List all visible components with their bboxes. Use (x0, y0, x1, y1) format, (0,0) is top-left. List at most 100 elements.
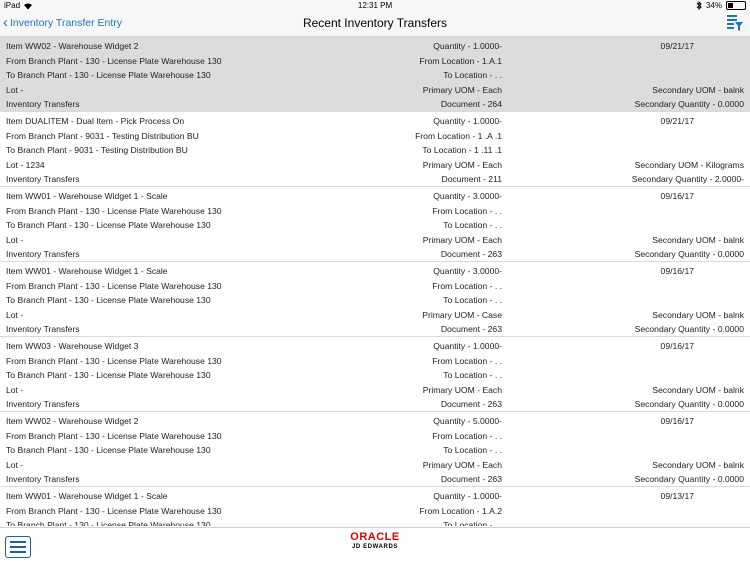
battery-percent: 34% (705, 1, 722, 10)
transfer-record[interactable]: Item DUALITEM - Dual Item - Pick Process… (0, 112, 750, 187)
record-to-location: To Location - 1 .11 .1 (422, 145, 502, 155)
record-date: 09/16/17 (660, 416, 694, 426)
record-primary-uom: Primary UOM - Each (422, 385, 502, 395)
record-secondary-quantity: Secondary Quantity - 0.0000 (634, 399, 744, 409)
record-quantity: Quantity - 3.0000- (433, 266, 502, 276)
logo-oracle: ORACLE (350, 531, 400, 543)
record-date: 09/16/17 (660, 266, 694, 276)
record-from-location: From Location - . . (432, 281, 502, 291)
record-to-branch: To Branch Plant - 130 - License Plate Wa… (6, 70, 211, 80)
record-to-location: To Location - . . (443, 370, 502, 380)
record-lot: Lot - (6, 310, 24, 320)
record-secondary-uom: Secondary UOM - Kilograms (634, 160, 744, 170)
oracle-jd-edwards-logo: ORACLE JD EDWARDS (0, 531, 750, 550)
record-date: 09/16/17 (660, 341, 694, 351)
bottom-bar: ORACLE JD EDWARDS (0, 527, 750, 563)
record-type: Inventory Transfers (6, 399, 80, 409)
menu-bar-line (10, 551, 26, 553)
record-item: Item WW02 - Warehouse Widget 2 (6, 416, 139, 426)
transfer-record[interactable]: Item WW01 - Warehouse Widget 1 - Scale Fr… (0, 262, 750, 337)
record-to-location: To Location - . . (443, 220, 502, 230)
record-secondary-uom: Secondary UOM - balnk (652, 235, 744, 245)
record-secondary-quantity: Secondary Quantity - 2.0000- (631, 174, 744, 184)
battery-fill (728, 3, 733, 8)
record-document: Document - 211 (441, 174, 502, 184)
record-from-branch: From Branch Plant - 130 - License Plate … (6, 56, 222, 66)
record-to-location: To Location - . . (443, 520, 502, 526)
record-from-location: From Location - . . (432, 356, 502, 366)
record-document: Document - 264 (440, 99, 502, 109)
record-type: Inventory Transfers (6, 324, 80, 334)
record-from-branch: From Branch Plant - 130 - License Plate … (6, 206, 222, 216)
record-from-location: From Location - . . (432, 431, 502, 441)
record-quantity: Quantity - 1.0000- (433, 491, 502, 501)
record-type: Inventory Transfers (6, 474, 80, 484)
transfer-record[interactable]: Item WW03 - Warehouse Widget 3 From Branc… (0, 337, 750, 412)
record-document: Document - 263 (440, 399, 502, 409)
record-item: Item WW01 - Warehouse Widget 1 - Scale (6, 266, 168, 276)
filter-list-icon[interactable] (726, 14, 744, 32)
status-bar: iPad 12:31 PM 34% (0, 0, 750, 12)
record-from-location: From Location - . . (432, 206, 502, 216)
record-item: Item WW01 - Warehouse Widget 1 - Scale (6, 191, 168, 201)
record-lot: Lot - (6, 460, 24, 470)
record-item: Item WW01 - Warehouse Widget 1 - Scale (6, 491, 168, 501)
record-quantity: Quantity - 1.0000- (433, 341, 502, 351)
transfer-record[interactable]: Item WW01 - Warehouse Widget 1 - Scale Fr… (0, 187, 750, 262)
record-from-branch: From Branch Plant - 130 - License Plate … (6, 356, 222, 366)
status-right: 34% (696, 1, 746, 10)
chevron-left-icon: ‹ (3, 14, 8, 31)
record-item: Item DUALITEM - Dual Item - Pick Process… (6, 116, 185, 126)
transfer-record[interactable]: Item WW01 - Warehouse Widget 1 - Scale Fr… (0, 487, 750, 526)
logo-jd-edwards: JD EDWARDS (351, 544, 398, 550)
record-secondary-uom: Secondary UOM - balnk (652, 460, 744, 470)
record-from-branch: From Branch Plant - 130 - License Plate … (6, 281, 222, 291)
record-to-branch: To Branch Plant - 130 - License Plate Wa… (6, 520, 211, 526)
record-date: 09/21/17 (660, 116, 694, 126)
record-document: Document - 263 (440, 474, 502, 484)
back-label: Inventory Transfer Entry (10, 16, 123, 29)
record-item: Item WW02 - Warehouse Widget 2 (6, 41, 139, 51)
record-from-branch: From Branch Plant - 130 - License Plate … (6, 431, 222, 441)
record-to-branch: To Branch Plant - 130 - License Plate Wa… (6, 295, 211, 305)
record-primary-uom: Primary UOM - Each (422, 235, 502, 245)
record-to-branch: To Branch Plant - 130 - License Plate Wa… (6, 370, 211, 380)
record-type: Inventory Transfers (6, 99, 80, 109)
record-primary-uom: Primary UOM - Each (422, 460, 502, 470)
record-document: Document - 263 (440, 324, 502, 334)
record-document: Document - 263 (440, 249, 502, 259)
record-secondary-uom: Secondary UOM - balnk (652, 310, 744, 320)
record-secondary-quantity: Secondary Quantity - 0.0000 (634, 324, 744, 334)
record-lot: Lot - (6, 85, 24, 95)
record-primary-uom: Primary UOM - Each (422, 85, 502, 95)
status-time: 12:31 PM (357, 1, 393, 10)
record-primary-uom: Primary UOM - Each (422, 160, 502, 170)
record-item: Item WW03 - Warehouse Widget 3 (6, 341, 139, 351)
record-quantity: Quantity - 3.0000- (433, 191, 502, 201)
record-quantity: Quantity - 1.0000- (433, 41, 502, 51)
record-type: Inventory Transfers (6, 174, 80, 184)
bluetooth-icon (696, 1, 702, 10)
record-quantity: Quantity - 1.0000- (433, 116, 502, 126)
battery-icon (726, 1, 746, 10)
record-date: 09/21/17 (660, 41, 694, 51)
record-from-branch: From Branch Plant - 130 - License Plate … (6, 506, 222, 516)
record-to-location: To Location - . . (443, 295, 502, 305)
record-quantity: Quantity - 5.0000- (433, 416, 502, 426)
record-lot: Lot - (6, 385, 24, 395)
record-from-branch: From Branch Plant - 9031 - Testing Distr… (6, 131, 199, 141)
record-secondary-quantity: Secondary Quantity - 0.0000 (634, 99, 744, 109)
record-secondary-quantity: Secondary Quantity - 0.0000 (634, 249, 744, 259)
transfer-record[interactable]: Item WW02 - Warehouse Widget 2 From Branc… (0, 412, 750, 487)
back-button[interactable]: ‹ Inventory Transfer Entry (3, 15, 122, 30)
record-type: Inventory Transfers (6, 249, 80, 259)
transfer-list[interactable]: Item WW02 - Warehouse Widget 2 From Branc… (0, 37, 750, 526)
record-secondary-uom: Secondary UOM - balnk (652, 85, 744, 95)
navigation-bar: ‹ Inventory Transfer Entry Recent Invent… (0, 12, 750, 37)
record-lot: Lot - (6, 235, 24, 245)
record-to-location: To Location - . . (443, 70, 502, 80)
record-to-branch: To Branch Plant - 130 - License Plate Wa… (6, 220, 211, 230)
record-to-branch: To Branch Plant - 130 - License Plate Wa… (6, 445, 211, 455)
transfer-record[interactable]: Item WW02 - Warehouse Widget 2 From Branc… (0, 37, 750, 112)
record-from-location: From Location - 1 .A .1 (415, 131, 502, 141)
